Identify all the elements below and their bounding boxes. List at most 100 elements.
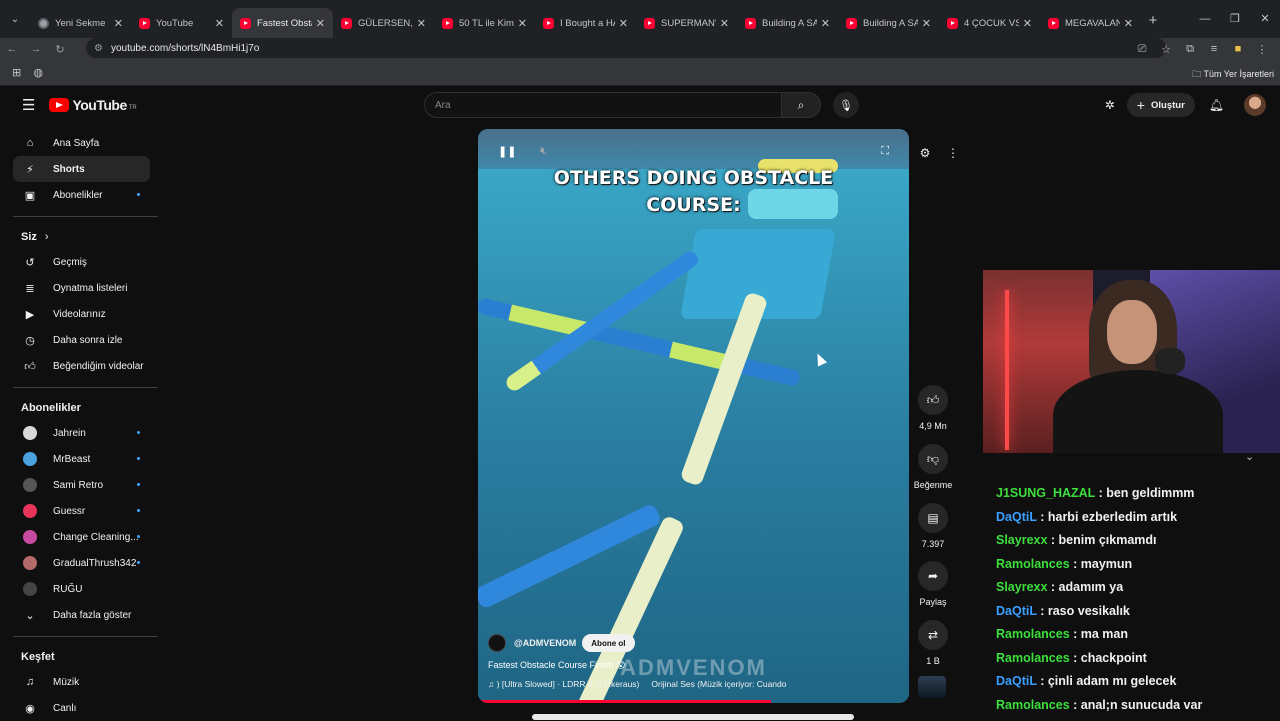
subscribe-button[interactable]: Abone ol — [582, 634, 634, 652]
notifications-bell-icon[interactable]: 🔔︎ — [1209, 98, 1224, 112]
webcam-person-body — [1053, 370, 1223, 453]
mute-icon[interactable]: 🔇︎ — [540, 145, 547, 158]
browser-tab[interactable]: 4 ÇOCUK VS T✕ — [939, 8, 1040, 38]
all-bookmarks-link[interactable]: 🗀 Tüm Yer İşaretleri — [1192, 67, 1274, 83]
dislike-action[interactable]: 👎︎ Beğenme — [911, 444, 955, 490]
browser-tab[interactable]: Fastest Obstacl✕ — [232, 8, 333, 38]
sound-thumbnail[interactable] — [918, 676, 946, 698]
tab-close-icon[interactable]: ✕ — [922, 17, 931, 30]
forward-icon[interactable]: → — [24, 43, 48, 55]
youtube-logo[interactable]: YouTube TR — [49, 97, 136, 113]
channel-avatar[interactable] — [488, 634, 506, 652]
bookmark-star-icon[interactable]: ☆ — [1154, 43, 1178, 56]
hamburger-icon[interactable]: ☰ — [22, 96, 35, 114]
plus-icon: + — [1137, 97, 1145, 113]
settings-gear-icon[interactable]: ⚙ — [911, 146, 939, 160]
you-section-heading[interactable]: Siz› — [0, 225, 160, 249]
close-window-icon[interactable]: ✕ — [1250, 0, 1280, 38]
browser-tab[interactable]: Building A SA✕ — [838, 8, 939, 38]
minimize-icon[interactable]: — — [1190, 0, 1220, 38]
media-icon[interactable]: ≡ — [1202, 43, 1226, 55]
search-button[interactable]: ⌕ — [781, 92, 821, 118]
sidebar-item[interactable]: ♫Müzik — [13, 669, 150, 695]
browser-tab[interactable]: GÜLERSEN, KA✕ — [333, 8, 434, 38]
reload-icon[interactable]: ↻ — [48, 43, 72, 56]
browser-tab[interactable]: SUPERMAN'IN✕ — [636, 8, 737, 38]
subscription-item[interactable]: Guessr — [13, 498, 150, 524]
back-icon[interactable]: ← — [0, 43, 24, 55]
subscription-item[interactable]: Sami Retro — [13, 472, 150, 498]
extensions-icon[interactable]: ⧉ — [1178, 43, 1202, 56]
create-button[interactable]: +Oluştur — [1127, 93, 1195, 117]
channel-name[interactable]: @ADMVENOM — [514, 638, 576, 648]
show-more-button[interactable]: ⌄ Daha fazla göster — [13, 602, 150, 628]
tab-close-icon[interactable]: ✕ — [518, 17, 527, 30]
sidebar-item[interactable]: ↺Geçmiş — [13, 249, 150, 275]
sidebar-item[interactable]: ◷Daha sonra izle — [13, 327, 150, 353]
browser-tab[interactable]: I Bought a HA✕ — [535, 8, 636, 38]
extension-gear-icon[interactable]: ✲ — [1105, 98, 1115, 112]
sidebar-item[interactable]: 👍︎Beğendiğim videolar — [13, 353, 150, 379]
like-action[interactable]: 👍︎ 4,9 Mn — [911, 385, 955, 431]
subscription-item[interactable]: Jahrein — [13, 420, 150, 446]
browser-tab[interactable]: Yeni Sekme✕ — [30, 8, 131, 38]
sidebar-item[interactable]: ⌂Ana Sayfa — [13, 130, 150, 156]
browser-tab[interactable]: 50 TL ile Kim E✕ — [434, 8, 535, 38]
voice-search-button[interactable]: 🎙 — [833, 92, 859, 118]
tab-close-icon[interactable]: ✕ — [1023, 17, 1032, 30]
chat-username: Slayrexx — [996, 580, 1047, 594]
restore-icon[interactable]: ❐ — [1220, 0, 1250, 38]
video-progress-bar[interactable] — [478, 700, 771, 703]
site-info-icon[interactable]: ⚙ — [94, 43, 103, 54]
browser-tab[interactable]: YouTube✕ — [131, 8, 232, 38]
sidebar-item[interactable]: ▶Videolarınız — [13, 301, 150, 327]
tab-close-icon[interactable]: ✕ — [1124, 17, 1133, 30]
subscription-label: Change Cleaning... — [53, 532, 139, 543]
chat-separator: : — [1037, 604, 1048, 618]
remix-action[interactable]: ⇄ 1 B — [911, 620, 955, 666]
you-heading-label: Siz — [21, 231, 37, 243]
short-title[interactable]: Fastest Obstacle Course Finish 😲 — [488, 660, 898, 671]
subscription-label: RUĞU — [53, 584, 82, 595]
subscription-item[interactable]: GradualThrush342 — [13, 550, 150, 576]
install-icon[interactable]: ⎚ — [1130, 43, 1154, 56]
sidebar-item[interactable]: ◉Canlı — [13, 695, 150, 721]
tab-close-icon[interactable]: ✕ — [720, 17, 729, 30]
subscription-item[interactable]: Change Cleaning... — [13, 524, 150, 550]
shorts-player[interactable]: OTHERS DOING OBSTACLE COURSE: ❚❚ 🔇︎ ⛶ AD… — [478, 129, 909, 703]
profile-avatar[interactable] — [1244, 94, 1266, 116]
tab-close-icon[interactable]: ✕ — [821, 17, 830, 30]
fullscreen-icon[interactable]: ⛶ — [881, 145, 889, 158]
extension-badge-icon[interactable]: ■ — [1226, 43, 1250, 55]
share-action[interactable]: ➦ Paylaş — [911, 561, 955, 607]
pause-icon[interactable]: ❚❚ — [498, 145, 516, 158]
webcam-overlay — [983, 270, 1280, 453]
sidebar-item[interactable]: ▣Abonelikler — [13, 182, 150, 208]
scroll-down-icon[interactable]: ⌄ — [1245, 450, 1254, 463]
sound-row[interactable]: ♫ ) [Ultra Slowed] · LDRR & DJ Ikeraus) … — [488, 679, 898, 689]
tab-close-icon[interactable]: ✕ — [619, 17, 628, 30]
tab-close-icon[interactable]: ✕ — [316, 17, 325, 30]
menu-icon[interactable]: ⋮ — [1250, 43, 1274, 56]
tab-search-icon[interactable]: ⌄ — [0, 0, 30, 38]
search-input[interactable]: Ara — [424, 92, 782, 118]
comments-action[interactable]: ▤ 7.397 — [911, 503, 955, 549]
more-options-icon[interactable]: ⋮ — [939, 146, 967, 160]
tab-close-icon[interactable]: ✕ — [215, 17, 224, 30]
new-tab-button[interactable]: + — [1141, 12, 1165, 29]
tab-close-icon[interactable]: ✕ — [417, 17, 426, 30]
tab-close-icon[interactable]: ✕ — [114, 17, 123, 30]
url-field[interactable]: ⚙ youtube.com/shorts/lN4BmHi1j7o — [86, 38, 1166, 58]
subscription-item[interactable]: RUĞU — [13, 576, 150, 602]
browser-tab[interactable]: MEGAVALANC✕ — [1040, 8, 1141, 38]
new-content-dot — [137, 483, 140, 486]
browser-tab[interactable]: Building A SA✕ — [737, 8, 838, 38]
sidebar-item[interactable]: ⚡Shorts — [13, 156, 150, 182]
apps-icon[interactable]: ⊞ ◍ — [12, 66, 43, 79]
sidebar-item[interactable]: ≣Oynatma listeleri — [13, 275, 150, 301]
divider — [13, 387, 158, 388]
explore-nav: ♫Müzik◉Canlı — [0, 669, 160, 721]
youtube-icon — [442, 18, 453, 29]
divider — [13, 636, 158, 637]
subscription-item[interactable]: MrBeast — [13, 446, 150, 472]
